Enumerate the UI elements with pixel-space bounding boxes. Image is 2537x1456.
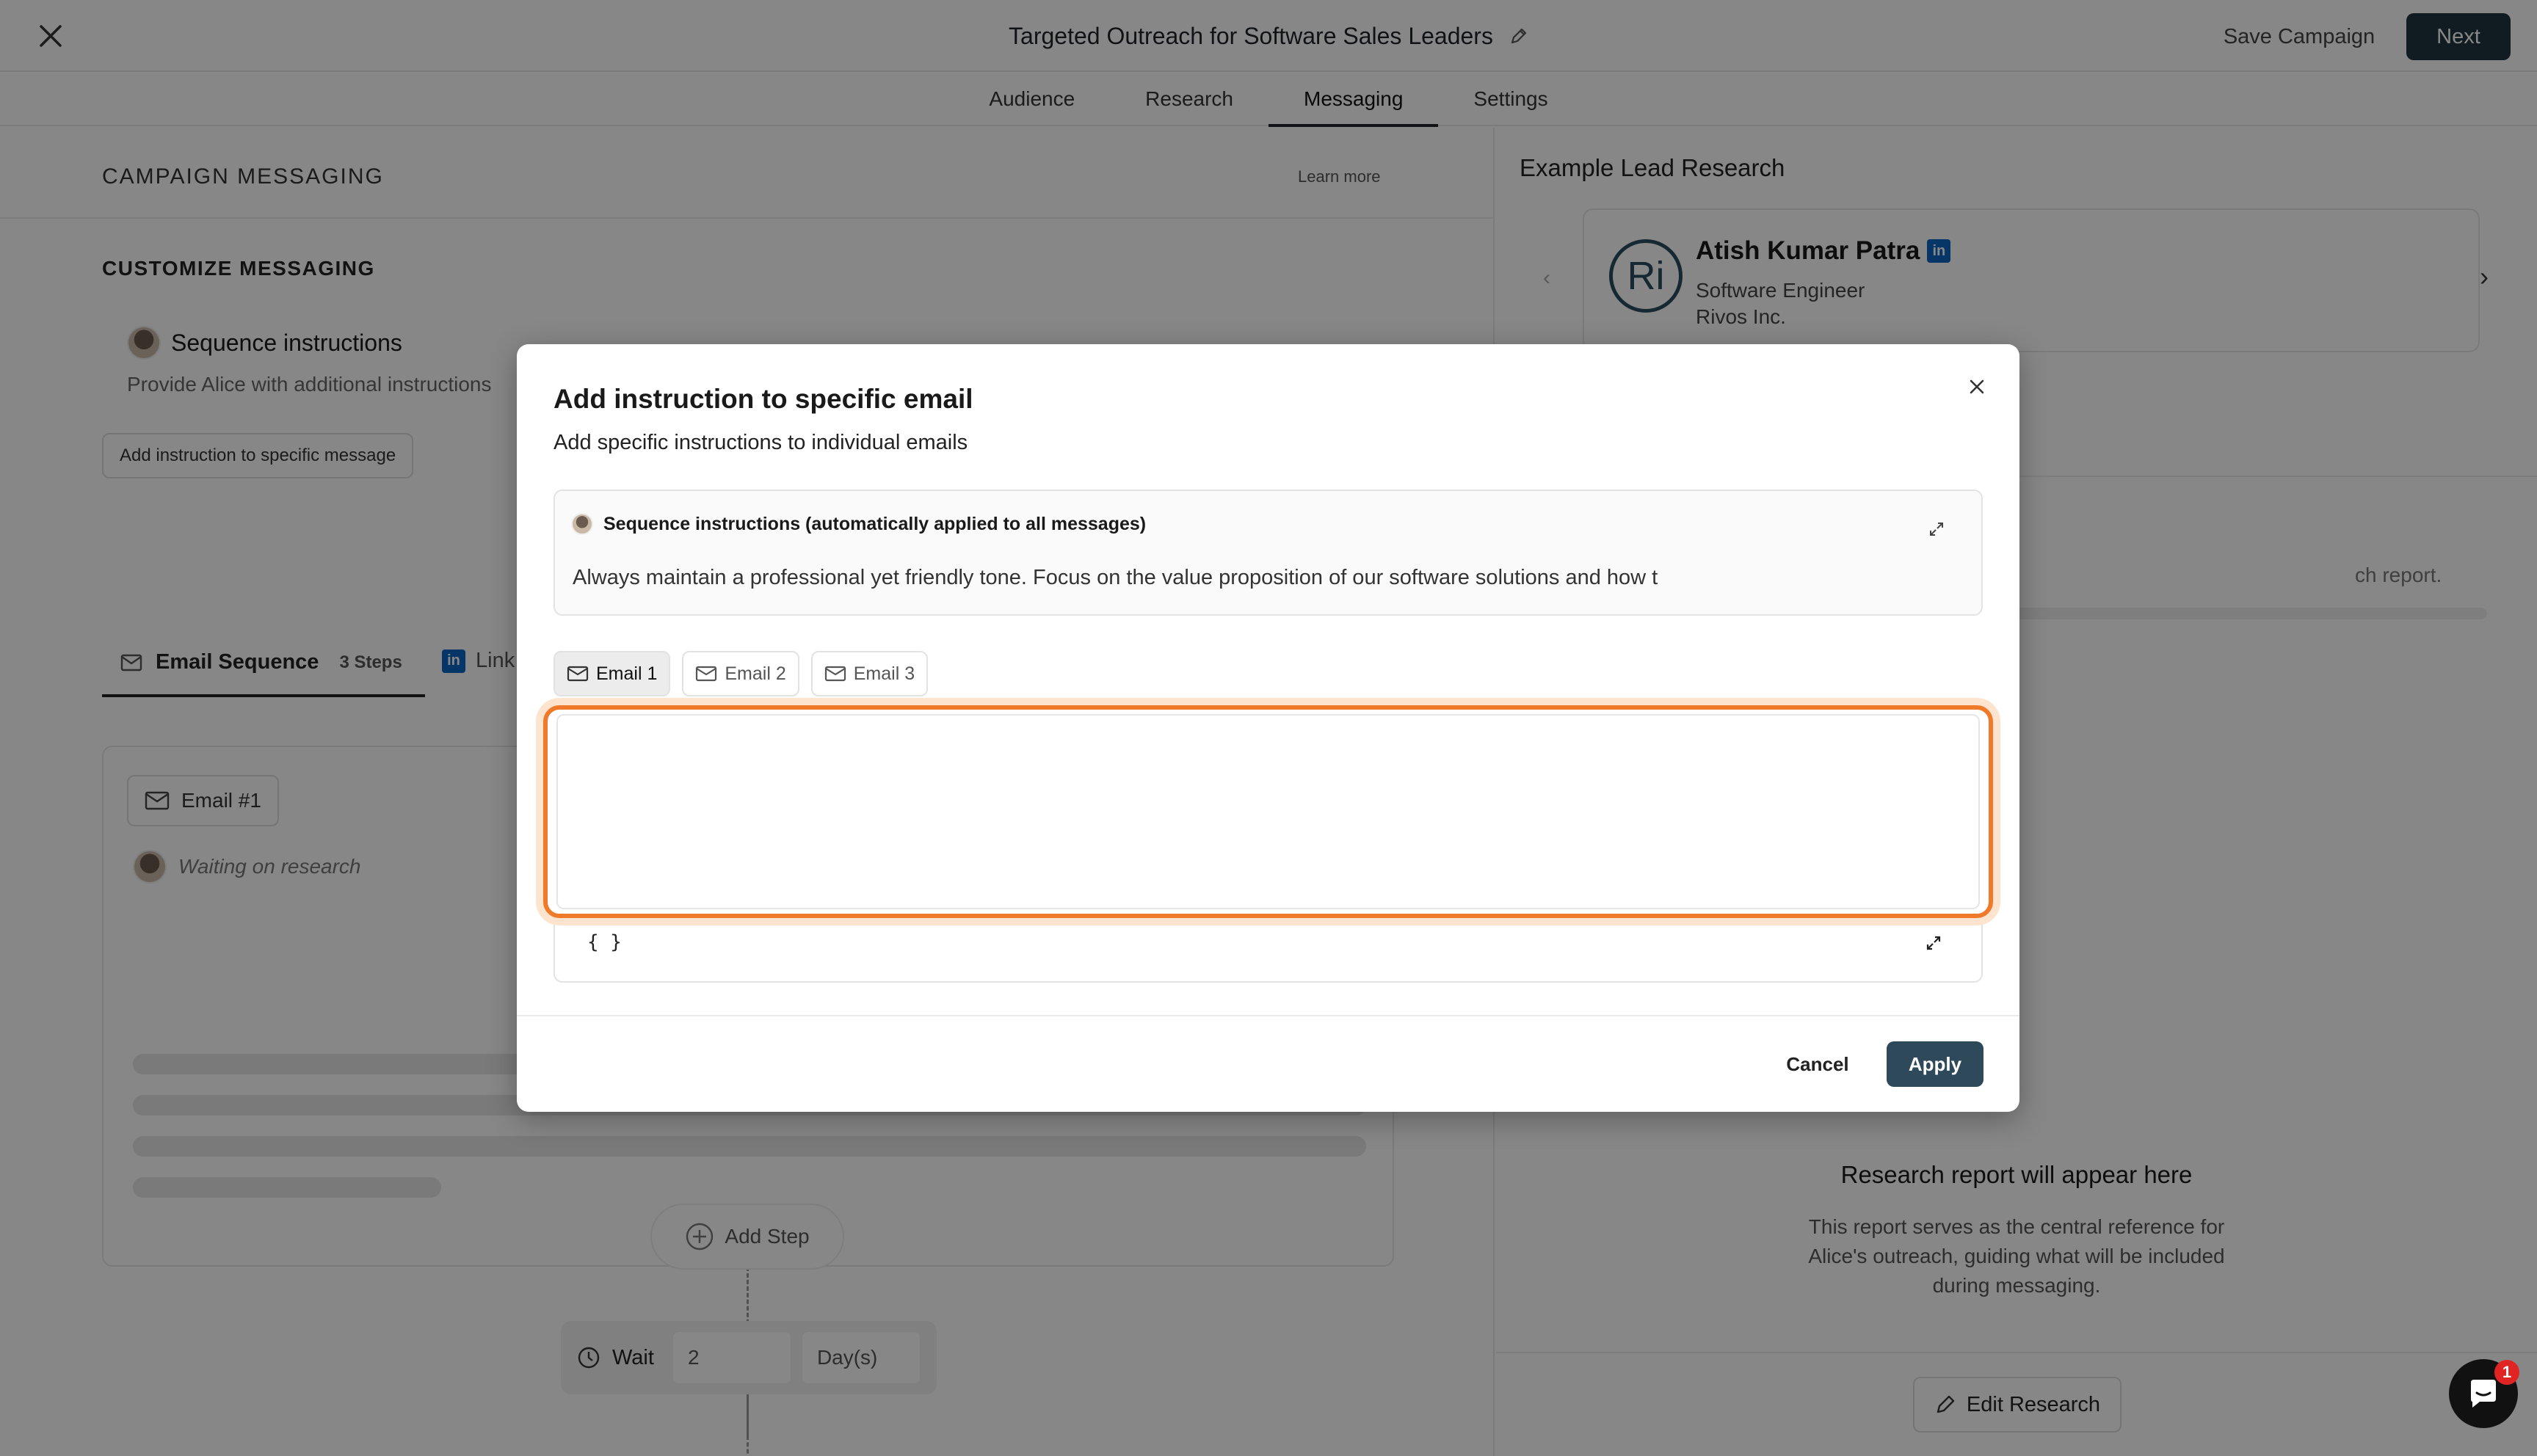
email-1-chip[interactable]: Email #1 bbox=[127, 775, 279, 826]
lead-company: Rivos Inc. bbox=[1696, 305, 1786, 328]
seq-card-title: Sequence instructions bbox=[171, 329, 402, 356]
modal-close-icon[interactable] bbox=[1956, 366, 1997, 407]
campaign-title[interactable]: Targeted Outreach for Software Sales Lea… bbox=[1009, 23, 1493, 50]
next-lead-icon[interactable]: › bbox=[2480, 261, 2489, 292]
tab-messaging[interactable]: Messaging bbox=[1268, 73, 1439, 127]
seq-instructions-body: Always maintain a professional yet frien… bbox=[573, 566, 1658, 589]
chat-icon bbox=[2471, 1380, 2496, 1408]
prev-lead-icon[interactable]: ‹ bbox=[1543, 266, 1550, 291]
add-instruction-modal: Add instruction to specific email Add sp… bbox=[517, 344, 2019, 1112]
email-tab-2[interactable]: Email 2 bbox=[682, 651, 799, 696]
linkedin-icon: in bbox=[442, 649, 465, 673]
clock-icon bbox=[578, 1347, 600, 1369]
email-tab-1-label: Email 1 bbox=[596, 663, 658, 684]
email-instruction-input[interactable] bbox=[556, 714, 1980, 909]
tab-research[interactable]: Research bbox=[1110, 73, 1268, 125]
email-tabs: Email 1 Email 2 Email 3 bbox=[554, 651, 929, 696]
tab-linkedin[interactable]: in Link bbox=[442, 649, 515, 673]
seq-card-desc: Provide Alice with additional instructio… bbox=[127, 373, 492, 396]
connector-line bbox=[747, 1394, 749, 1456]
skeleton-line bbox=[133, 1136, 1366, 1157]
main-tabs: Audience Research Messaging Settings bbox=[0, 73, 2537, 127]
add-instruction-button[interactable]: Add instruction to specific message bbox=[102, 433, 414, 478]
sequence-instructions-box bbox=[554, 489, 1983, 616]
linkedin-tab-label: Link bbox=[476, 649, 515, 672]
wait-unit-select[interactable]: Day(s) bbox=[802, 1332, 920, 1383]
skeleton-line bbox=[133, 1177, 441, 1198]
email-tab-3[interactable]: Email 3 bbox=[810, 651, 929, 696]
apply-button[interactable]: Apply bbox=[1887, 1041, 1983, 1087]
expand-editor-icon[interactable] bbox=[1919, 928, 1948, 958]
expand-icon[interactable] bbox=[1922, 514, 1951, 544]
linkedin-icon[interactable]: in bbox=[1927, 239, 1951, 263]
close-icon[interactable] bbox=[34, 19, 68, 53]
modal-footer-divider bbox=[517, 1015, 2019, 1016]
divider bbox=[1496, 1352, 2537, 1353]
notification-badge: 1 bbox=[2494, 1360, 2519, 1385]
wait-label: Wait bbox=[612, 1345, 654, 1369]
mail-icon bbox=[567, 666, 589, 682]
pencil-icon bbox=[1937, 1395, 1955, 1413]
example-research-title: Example Lead Research bbox=[1520, 154, 1785, 181]
wait-step: Wait 2 Day(s) bbox=[561, 1321, 937, 1394]
alice-avatar-small bbox=[133, 850, 167, 884]
modal-title: Add instruction to specific email bbox=[554, 384, 973, 414]
mail-icon bbox=[696, 666, 717, 682]
email-tab-2-label: Email 2 bbox=[725, 663, 786, 684]
seq-instructions-title: Sequence instructions (automatically app… bbox=[603, 513, 1147, 534]
seq-header: Sequence instructions (automatically app… bbox=[571, 513, 1146, 535]
report-placeholder-title: Research report will appear here bbox=[1840, 1161, 2193, 1188]
steps-count: 3 Steps bbox=[339, 652, 402, 672]
email-sequence-label: Email Sequence bbox=[156, 650, 319, 674]
edit-research-label: Edit Research bbox=[1966, 1392, 2101, 1416]
next-button[interactable]: Next bbox=[2406, 13, 2511, 60]
lead-name: Atish Kumar Patra bbox=[1696, 236, 1920, 265]
waiting-text: Waiting on research bbox=[178, 855, 361, 878]
section-title: CAMPAIGN MESSAGING bbox=[102, 164, 384, 189]
edit-research-button[interactable]: Edit Research bbox=[1913, 1377, 2122, 1433]
tab-audience[interactable]: Audience bbox=[954, 73, 1110, 125]
lead-role: Software Engineer bbox=[1696, 279, 1865, 302]
partial-report-text: ch report. bbox=[2355, 564, 2442, 586]
mail-icon bbox=[120, 654, 142, 671]
add-step-button[interactable]: Add Step bbox=[650, 1204, 844, 1270]
add-step-label: Add Step bbox=[725, 1225, 810, 1248]
plus-circle-icon bbox=[686, 1223, 714, 1251]
email-1-label: Email #1 bbox=[181, 789, 261, 812]
edit-title-icon[interactable] bbox=[1509, 26, 1528, 46]
active-tab-underline bbox=[102, 694, 425, 697]
mail-icon bbox=[824, 666, 846, 682]
modal-subtitle: Add specific instructions to individual … bbox=[554, 431, 968, 454]
alice-avatar bbox=[127, 326, 161, 360]
lead-card[interactable]: Ri Atish Kumar Patra in Software Enginee… bbox=[1583, 208, 2480, 352]
customize-title: CUSTOMIZE MESSAGING bbox=[102, 257, 375, 280]
learn-more-link[interactable]: Learn more bbox=[1298, 167, 1381, 186]
wait-days-input[interactable]: 2 bbox=[672, 1332, 791, 1383]
tab-email-sequence[interactable]: Email Sequence 3 Steps bbox=[120, 650, 402, 674]
lead-logo: Ri bbox=[1609, 239, 1683, 313]
report-placeholder-desc: This report serves as the central refere… bbox=[1808, 1215, 2225, 1297]
tab-settings[interactable]: Settings bbox=[1438, 73, 1583, 125]
alice-avatar bbox=[571, 513, 593, 535]
cancel-button[interactable]: Cancel bbox=[1766, 1041, 1869, 1087]
save-campaign-button[interactable]: Save Campaign bbox=[2211, 15, 2387, 59]
insert-variable-button[interactable]: { } bbox=[587, 931, 622, 953]
divider bbox=[0, 217, 1495, 219]
email-tab-1[interactable]: Email 1 bbox=[554, 651, 671, 696]
email-tab-3-label: Email 3 bbox=[853, 663, 915, 684]
